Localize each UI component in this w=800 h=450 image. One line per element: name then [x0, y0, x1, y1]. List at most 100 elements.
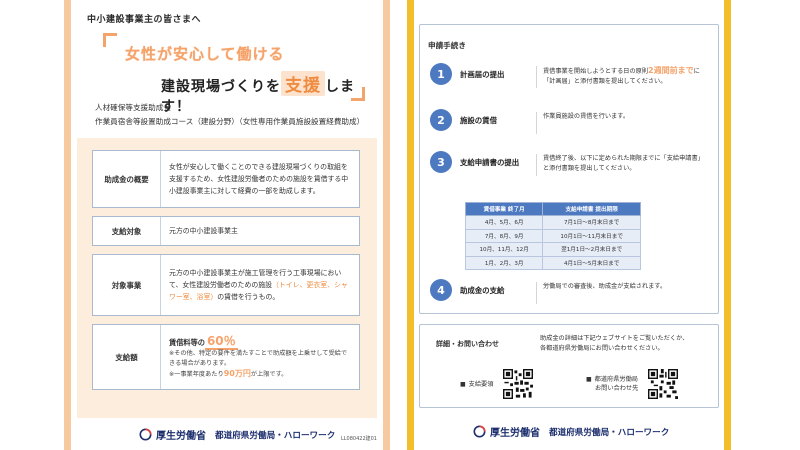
- target-employer-body: 元方の中小建設事業主: [169, 227, 238, 235]
- mhlw-logo-icon: [473, 425, 486, 438]
- amount-card: 支給額 賃借料等の 60％ ※その他、特定の要件を満たすことで助成額を上乗せして受…: [92, 324, 360, 390]
- ministry-logo: 厚生労働省 都道府県労働局・ハローワーク: [473, 424, 669, 439]
- headline-box: 女性が安心して働ける 建設現場づくりを 支援 します！: [103, 33, 365, 115]
- headline-text: 建設現場づくりを: [161, 79, 281, 95]
- table-cell: 翌1月1日〜2月末日まで: [542, 242, 641, 257]
- step-description: 労働局での審査後、助成金が支給されます。: [536, 282, 710, 304]
- table-row: 1月、2月、3月 4月1日〜5月末日まで: [464, 255, 641, 270]
- table-row: 4月、5月、6月 7月1日〜8月末日まで: [464, 215, 641, 230]
- overview-text: 女性が安心して働くことのできる建設現場づくりの取組を支援するため、女性建設労働者…: [161, 151, 359, 207]
- step-title: 計画届の提出: [460, 70, 505, 79]
- table-row: 7月、8月、9月 10月1日〜11月末日まで: [464, 228, 641, 243]
- plan-deadline: 2週間前まで: [648, 66, 694, 75]
- table-cell: 4月、5月、6月: [464, 215, 544, 230]
- qr-label-text: お問い合わせ先: [595, 385, 639, 392]
- bullet-square: ■: [586, 376, 592, 383]
- step-number: 4: [430, 279, 452, 301]
- target-employer-card: 支給対象 元方の中小建設事業主: [92, 216, 360, 246]
- step-description: 作業員施設の賃借を行います。: [536, 112, 710, 134]
- left-decor-stripe: [64, 0, 71, 450]
- amount-text: 賃借料等の 60％ ※その他、特定の要件を満たすことで助成額を上乗せして受給できる…: [161, 325, 359, 389]
- contact-text-line: 助成金の詳細は下記ウェブサイトをご覧いただくか、: [540, 335, 689, 342]
- step-3: 3 支給申請書の提出 賃借終了後、以下に定められた期限までに「支給申請書」と添付…: [430, 151, 710, 176]
- step-number: 1: [430, 63, 452, 85]
- step-description: 賃借事業を開始しようとする日の原則2週間前までに「計画届」と添付書類を提出してく…: [536, 66, 710, 88]
- table-cell: 7月、8月、9月: [464, 228, 544, 243]
- contact-title: 詳細・お問い合わせ: [436, 340, 499, 348]
- qr-label-text: 都道府県労働局: [594, 376, 638, 383]
- table-cell: 7月1日〜8月末日まで: [542, 215, 641, 230]
- headline-primary: 女性が安心して働ける: [125, 45, 285, 63]
- document-code: LL080422建01: [340, 436, 377, 442]
- overview-card: 助成金の概要 女性が安心して働くことのできる建設現場づくりの取組を支援するため、…: [92, 150, 360, 208]
- back-footer: 厚生労働省 都道府県労働局・ハローワーク: [419, 410, 719, 450]
- flyer-back-page: 申請手続き 1 計画届の提出 賃借事業を開始しようとする日の原則2週間前までに「…: [407, 0, 731, 450]
- step-description: 賃借終了後、以下に定められた期限までに「支給申請書」と添付書類を提出してください…: [536, 154, 710, 176]
- ministry-name: 厚生労働省: [490, 428, 540, 439]
- amount-note: ※その他、特定の要件を満たすことで助成額を上乗せして受給できる場合があります。: [169, 349, 348, 367]
- back-content: 申請手続き 1 計画届の提出 賃借事業を開始しようとする日の原則2週間前までに「…: [419, 0, 719, 450]
- right-decor-stripe: [383, 0, 390, 450]
- column-header: 支給申請書 提出期限: [542, 202, 641, 216]
- step-4: 4 助成金の支給 労働局での審査後、助成金が支給されます。: [430, 279, 710, 304]
- step-title: 支給申請書の提出: [460, 158, 520, 167]
- step-2: 2 施設の賃借 作業員施設の賃借を行います。: [430, 109, 710, 134]
- grant-title: 人材確保等支援助成金: [95, 103, 171, 112]
- step-number: 3: [430, 151, 452, 173]
- table-cell: 10月1日〜11月末日まで: [542, 228, 641, 243]
- table-cell: 4月1日〜5月末日まで: [542, 255, 641, 270]
- step-desc-pre: 賃借事業を開始しようとする日の原則: [543, 68, 649, 75]
- application-steps-card: 申請手続き 1 計画届の提出 賃借事業を開始しようとする日の原則2週間前までに「…: [419, 24, 719, 314]
- grant-course: 作業員宿舎等設置助成コース（建設分野）（女性専用作業員施設設置経費助成）: [95, 117, 365, 126]
- step-number: 2: [430, 109, 452, 131]
- target-project-body-post: の賃借を行うもの。: [217, 293, 280, 301]
- qr-label-text: 支給要領: [468, 380, 494, 388]
- ministry-name: 厚生労働省: [156, 431, 206, 442]
- amount-label: 支給額: [93, 325, 161, 389]
- steps-title: 申請手続き: [428, 41, 466, 50]
- target-employer-label: 支給対象: [93, 217, 161, 245]
- step-title: 助成金の支給: [460, 286, 505, 295]
- info-area: 助成金の概要 女性が安心して働くことのできる建設現場づくりの取組を支援するため、…: [77, 138, 377, 418]
- contact-text-line: 各都道府県労働局にお問い合わせください。: [540, 345, 664, 352]
- bracket-decoration: [103, 33, 117, 47]
- ministry-logo: 厚生労働省 都道府県労働局・ハローワーク: [139, 427, 335, 442]
- flyer-front-page: 中小建設事業主の皆さまへ 女性が安心して働ける 建設現場づくりを 支援 します！ 人…: [64, 0, 390, 450]
- table-header-row: 賃借事業 終了月 支給申請書 提出期限: [464, 202, 641, 216]
- subsidy-rate: 賃借料等の 60％: [169, 333, 351, 350]
- step-1: 1 計画届の提出 賃借事業を開始しようとする日の原則2週間前までに「計画届」と添…: [430, 63, 710, 88]
- grant-name: 人材確保等支援助成金 作業員宿舎等設置助成コース（建設分野）（女性専用作業員施設…: [95, 101, 364, 129]
- left-decor-stripe: [407, 0, 414, 450]
- contact-card: 詳細・お問い合わせ 助成金の詳細は下記ウェブサイトをご覧いただくか、 各都道府県…: [419, 324, 719, 408]
- rate-prefix: 賃借料等の: [169, 337, 205, 347]
- cap-amount: 90万円: [223, 368, 251, 378]
- contact-qr-item[interactable]: ■ 都道府県労働局 お問い合わせ先: [586, 369, 679, 399]
- cap-suffix: が上限です。: [250, 370, 288, 378]
- right-decor-stripe: [724, 0, 731, 450]
- step-title: 施設の賃借: [460, 116, 497, 125]
- application-deadline-table: 賃借事業 終了月 支給申請書 提出期限 4月、5月、6月 7月1日〜8月末日まで …: [464, 202, 641, 270]
- contact-text: 助成金の詳細は下記ウェブサイトをご覧いただくか、 各都道府県労働局にお問い合わせ…: [540, 334, 688, 354]
- column-header: 賃借事業 終了月: [464, 202, 544, 216]
- front-content: 中小建設事業主の皆さまへ 女性が安心して働ける 建設現場づくりを 支援 します！ 人…: [77, 0, 377, 450]
- target-employer-text: 元方の中小建設事業主: [161, 217, 359, 245]
- bureau-name: 都道府県労働局・ハローワーク: [549, 427, 670, 438]
- amount-cap-note: ※一事業年度あたり90万円が上限です。: [169, 369, 351, 380]
- table-row: 10月、11月、12月 翌1月1日〜2月末日まで: [464, 242, 641, 257]
- overview-body: 女性が安心して働くことのできる建設現場づくりの取組を支援するため、女性建設労働者…: [169, 163, 349, 195]
- bullet-square: ■: [460, 380, 466, 388]
- qr-label: ■ 支給要領: [460, 380, 493, 389]
- bureau-name: 都道府県労働局・ハローワーク: [215, 430, 336, 441]
- front-footer: 厚生労働省 都道府県労働局・ハローワーク LL080422建01: [77, 418, 377, 450]
- cap-prefix: ※一事業年度あたり: [169, 370, 224, 378]
- qr-code-icon[interactable]: [503, 369, 534, 399]
- rate-percent: 60％: [204, 333, 238, 350]
- overview-label: 助成金の概要: [93, 151, 161, 207]
- qr-code-icon[interactable]: [648, 369, 679, 399]
- headline-highlight: 支援: [281, 71, 325, 96]
- guideline-qr-item[interactable]: ■ 支給要領: [460, 369, 534, 399]
- target-project-body: 元方の中小建設事業主が施工管理を行う工事現場において、女性建設労働者のための施設…: [169, 267, 351, 303]
- qr-label: ■ 都道府県労働局 お問い合わせ先: [586, 375, 638, 393]
- target-project-card: 対象事業 元方の中小建設事業主が施工管理を行う工事現場において、女性建設労働者の…: [92, 254, 360, 316]
- table-cell: 1月、2月、3月: [464, 255, 544, 270]
